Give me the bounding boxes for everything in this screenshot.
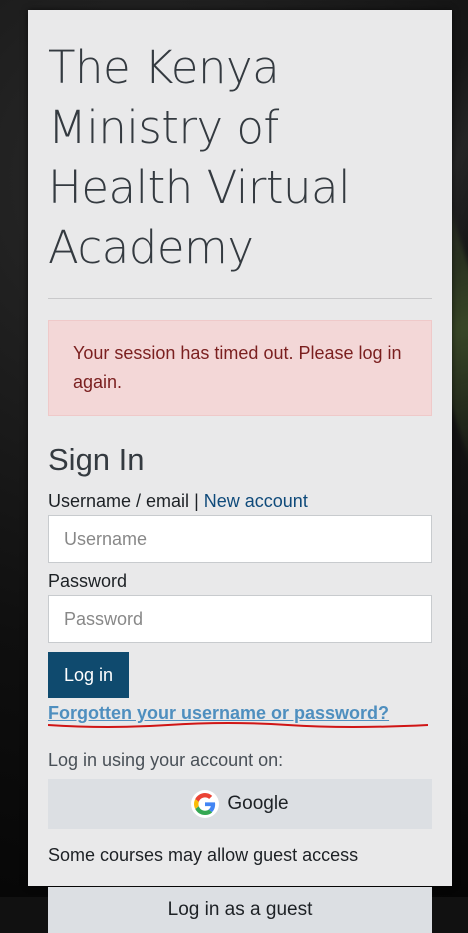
- google-login-button[interactable]: Google: [48, 779, 432, 829]
- alert-message: Your session has timed out. Please log i…: [73, 343, 402, 392]
- username-label-row: Username / email | New account: [48, 490, 432, 512]
- password-input[interactable]: [48, 595, 432, 643]
- username-label: Username / email: [48, 491, 190, 511]
- guest-access-note: Some courses may allow guest access: [48, 845, 359, 865]
- label-separator: |: [194, 491, 199, 511]
- external-login-label: Log in using your account on:: [48, 750, 284, 770]
- session-timeout-alert: Your session has timed out. Please log i…: [48, 320, 432, 416]
- new-account-link[interactable]: New account: [204, 491, 308, 511]
- username-input[interactable]: [48, 515, 432, 563]
- title-divider: [48, 298, 432, 299]
- password-label: Password: [48, 571, 128, 591]
- forgot-password-link[interactable]: Forgotten your username or password?: [48, 703, 432, 728]
- signin-heading: Sign In: [48, 442, 145, 477]
- guest-login-button[interactable]: Log in as a guest: [48, 887, 432, 933]
- login-card: The Kenya Ministry of Health Virtual Aca…: [28, 10, 452, 933]
- google-button-label: Google: [227, 793, 289, 814]
- site-title: The Kenya Ministry of Health Virtual Aca…: [48, 41, 351, 274]
- login-button[interactable]: Log in: [48, 652, 130, 698]
- google-logo-icon: [191, 790, 220, 818]
- red-underline-annotation: [48, 722, 428, 728]
- forgot-password-text: Forgotten your username or password?: [48, 703, 390, 723]
